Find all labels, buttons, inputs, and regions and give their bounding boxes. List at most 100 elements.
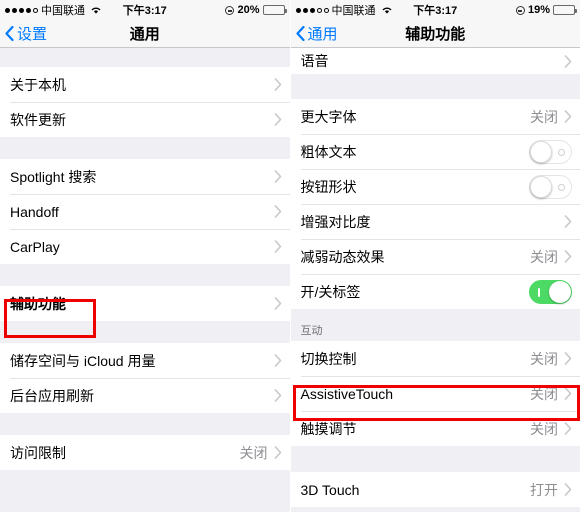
right-nav-bar: 通用 辅助功能	[290, 20, 580, 48]
chevron-right-icon	[274, 297, 281, 310]
switch-bold-text[interactable]	[529, 139, 572, 164]
group-display-accommodations: 更大字体 关闭 粗体文本 按钮形状 增强对比度 减弱动态效果 关闭 开/关标签	[290, 99, 580, 309]
group-device-info: 关于本机 软件更新	[0, 67, 290, 137]
dual-screenshot-container: 中国联通 下午3:17 20% 设置 通用 关于本机 软件更新 Spotligh…	[0, 0, 580, 512]
row-3d-touch[interactable]: 3D Touch 打开	[290, 472, 580, 507]
row-bold-text[interactable]: 粗体文本	[290, 134, 580, 169]
chevron-right-icon	[564, 352, 572, 365]
list-gap	[0, 470, 290, 500]
row-software-update[interactable]: 软件更新	[0, 102, 290, 137]
row-handoff[interactable]: Handoff	[0, 194, 290, 229]
back-button-general[interactable]: 通用	[291, 23, 338, 44]
row-storage-icloud-usage[interactable]: 储存空间与 iCloud 用量	[0, 343, 290, 378]
right-status-right: 19%	[515, 4, 577, 16]
row-larger-text[interactable]: 更大字体 关闭	[290, 99, 580, 134]
row-label: 访问限制	[10, 444, 66, 461]
row-label: 储存空间与 iCloud 用量	[10, 352, 156, 369]
row-speech[interactable]: 语音	[290, 48, 580, 74]
back-button-label: 通用	[307, 26, 338, 43]
chevron-right-icon	[274, 446, 281, 459]
row-value: 关闭	[239, 444, 268, 461]
row-touch-accommodations[interactable]: 触摸调节 关闭	[290, 411, 580, 446]
row-label: 语音	[300, 53, 329, 69]
row-on-off-labels[interactable]: 开/关标签	[290, 274, 580, 309]
chevron-left-icon	[295, 26, 305, 41]
row-label: 后台应用刷新	[10, 387, 94, 404]
left-settings-list: 关于本机 软件更新 Spotlight 搜索 Handoff CarPlay 辅…	[0, 48, 290, 500]
row-label: 按钮形状	[300, 178, 357, 195]
battery-icon	[553, 5, 577, 15]
battery-percent-label: 19%	[527, 4, 550, 16]
battery-percent-label: 20%	[237, 4, 260, 16]
row-value: 关闭	[530, 420, 558, 437]
row-label: 触摸调节	[300, 420, 357, 437]
group-vision-partial: 语音	[290, 48, 580, 74]
chevron-right-icon	[274, 113, 281, 126]
right-phone-screen: 中国联通 下午3:17 19% 通用 辅助功能 语音 更大字体 关闭 粗体文本 …	[290, 0, 580, 512]
chevron-right-icon	[564, 110, 572, 123]
left-status-right: 20%	[225, 4, 287, 16]
chevron-right-icon	[274, 78, 281, 91]
location-arrow-icon	[225, 5, 235, 15]
list-gap	[290, 446, 580, 472]
row-value: 关闭	[530, 108, 558, 125]
left-phone-screen: 中国联通 下午3:17 20% 设置 通用 关于本机 软件更新 Spotligh…	[0, 0, 291, 512]
left-status-bar: 中国联通 下午3:17 20%	[0, 0, 290, 20]
list-gap	[0, 48, 290, 67]
chevron-right-icon	[274, 170, 281, 183]
row-about[interactable]: 关于本机	[0, 67, 290, 102]
row-increase-contrast[interactable]: 增强对比度	[290, 204, 580, 239]
row-label: 辅助功能	[10, 295, 66, 312]
group-storage: 储存空间与 iCloud 用量 后台应用刷新	[0, 343, 290, 413]
list-gap	[290, 309, 580, 322]
section-header-interaction: 互动	[290, 322, 580, 341]
back-button-settings[interactable]: 设置	[0, 23, 47, 44]
row-switch-control[interactable]: 切换控制 关闭	[290, 341, 580, 376]
chevron-right-icon	[274, 240, 281, 253]
row-label: 关于本机	[10, 76, 66, 93]
group-3d-touch: 3D Touch 打开	[290, 472, 580, 507]
row-label: Spotlight 搜索	[10, 168, 97, 185]
chevron-right-icon	[564, 483, 572, 496]
row-background-app-refresh[interactable]: 后台应用刷新	[0, 378, 290, 413]
row-value: 关闭	[530, 350, 558, 367]
row-value: 关闭	[530, 385, 558, 402]
row-spotlight-search[interactable]: Spotlight 搜索	[0, 159, 290, 194]
row-value: 打开	[530, 481, 558, 498]
row-label: CarPlay	[10, 238, 60, 255]
chevron-right-icon	[274, 354, 281, 367]
chevron-right-icon	[564, 215, 572, 228]
row-value: 关闭	[530, 248, 558, 265]
list-gap	[0, 264, 290, 286]
row-reduce-motion[interactable]: 减弱动态效果 关闭	[290, 239, 580, 274]
right-status-bar: 中国联通 下午3:17 19%	[290, 0, 580, 20]
row-label: 开/关标签	[300, 283, 361, 300]
row-label: 增强对比度	[300, 213, 371, 230]
back-button-label: 设置	[17, 26, 48, 43]
row-label: 更大字体	[300, 108, 357, 125]
chevron-right-icon	[274, 389, 281, 402]
row-assistivetouch[interactable]: AssistiveTouch 关闭	[290, 376, 580, 411]
list-gap	[0, 137, 290, 159]
switch-button-shapes[interactable]	[529, 174, 572, 199]
list-gap	[290, 74, 580, 99]
row-label: 软件更新	[10, 111, 66, 128]
group-accessibility: 辅助功能	[0, 286, 290, 321]
row-label: 切换控制	[300, 350, 357, 367]
group-search-continuity: Spotlight 搜索 Handoff CarPlay	[0, 159, 290, 264]
chevron-left-icon	[5, 26, 14, 41]
row-label: 3D Touch	[300, 481, 360, 498]
battery-icon	[262, 5, 287, 15]
right-settings-list: 语音 更大字体 关闭 粗体文本 按钮形状 增强对比度 减弱动态效果 关闭 开/关…	[290, 48, 580, 507]
row-label: Handoff	[10, 203, 59, 220]
group-restrictions: 访问限制 关闭	[0, 435, 290, 470]
row-accessibility[interactable]: 辅助功能	[0, 286, 290, 321]
row-button-shapes[interactable]: 按钮形状	[290, 169, 580, 204]
location-arrow-icon	[515, 5, 525, 15]
switch-on-off-labels[interactable]	[529, 279, 572, 304]
chevron-right-icon	[564, 422, 572, 435]
row-restrictions[interactable]: 访问限制 关闭	[0, 435, 290, 470]
chevron-right-icon	[564, 387, 572, 400]
list-gap	[0, 413, 290, 435]
row-carplay[interactable]: CarPlay	[0, 229, 290, 264]
